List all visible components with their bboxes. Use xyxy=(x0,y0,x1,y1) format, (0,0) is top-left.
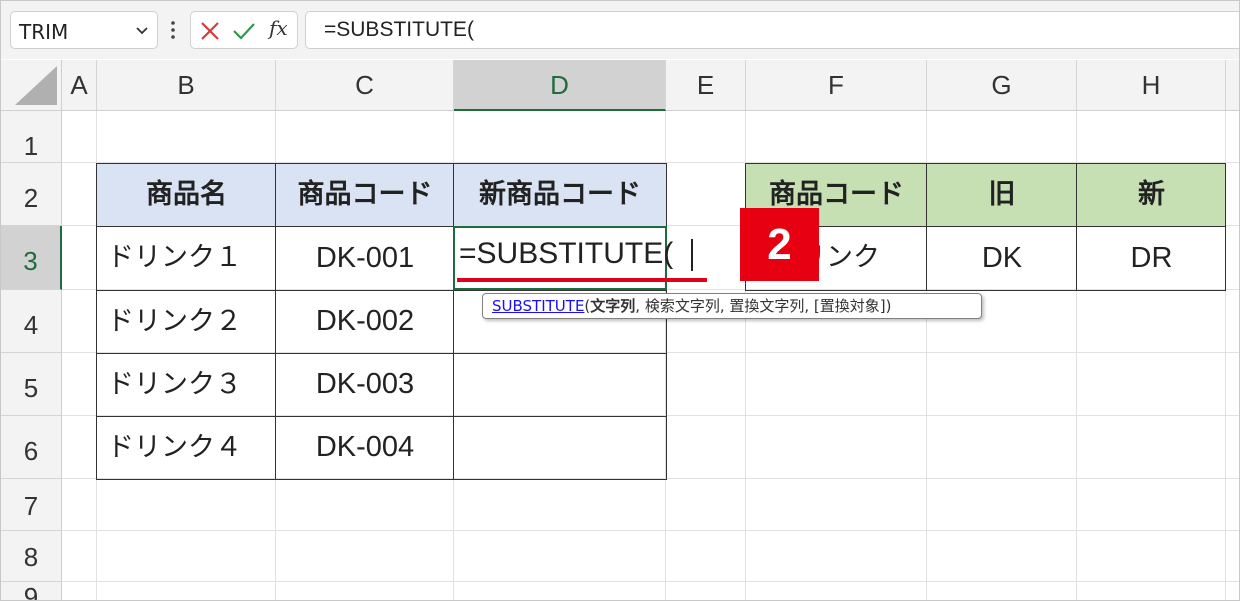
table1-cell-b4[interactable]: ドリンク２ xyxy=(97,290,276,353)
table1-header-code[interactable]: 商品コード xyxy=(276,163,454,226)
more-options-icon[interactable] xyxy=(165,16,181,44)
excel-window: TRIM fx =SUBSTITUTE( A B C D E F G H 1 2… xyxy=(0,0,1240,601)
table2-header-new[interactable]: 新 xyxy=(1077,163,1226,226)
red-underline-annotation xyxy=(457,278,707,282)
cancel-icon[interactable] xyxy=(199,20,221,42)
table1-cell-c4[interactable]: DK-002 xyxy=(276,290,454,353)
text-cursor xyxy=(691,239,693,271)
row-header-5[interactable]: 5 xyxy=(1,353,62,416)
row-header-1[interactable]: 1 xyxy=(1,111,62,163)
insert-function-icon[interactable]: fx xyxy=(269,16,288,40)
table2-cell-g3[interactable]: DK xyxy=(927,226,1077,290)
table1-cell-b6[interactable]: ドリンク４ xyxy=(97,416,276,479)
column-header-d[interactable]: D xyxy=(454,60,666,111)
column-header-a[interactable]: A xyxy=(62,60,97,111)
table1-cell-b3[interactable]: ドリンク１ xyxy=(97,226,276,290)
select-all-triangle-icon xyxy=(15,66,57,105)
confirm-check-icon[interactable] xyxy=(231,20,257,42)
column-header-c[interactable]: C xyxy=(276,60,454,111)
row-header-8[interactable]: 8 xyxy=(1,531,62,582)
active-cell-d3-formula: =SUBSTITUTE( xyxy=(459,237,674,270)
row-header-2[interactable]: 2 xyxy=(1,163,62,226)
row-header-7[interactable]: 7 xyxy=(1,479,62,531)
table1-cell-c6[interactable]: DK-004 xyxy=(276,416,454,479)
function-help-link[interactable]: SUBSTITUTE xyxy=(492,297,584,315)
row-header-6[interactable]: 6 xyxy=(1,416,62,479)
column-header-h[interactable]: H xyxy=(1077,60,1226,111)
select-all-corner[interactable] xyxy=(1,60,62,111)
function-argument-tooltip: SUBSTITUTE(文字列, 検索文字列, 置換文字列, [置換対象]) xyxy=(482,293,982,319)
formula-buttons: fx xyxy=(190,11,298,49)
row-header-3[interactable]: 3 xyxy=(1,226,62,290)
column-header-e[interactable]: E xyxy=(666,60,746,111)
column-header-g[interactable]: G xyxy=(927,60,1077,111)
row-header-4[interactable]: 4 xyxy=(1,290,62,353)
column-header-next[interactable] xyxy=(1226,60,1239,111)
formula-text: =SUBSTITUTE( xyxy=(324,18,474,41)
step-badge: 2 xyxy=(740,208,819,281)
tooltip-remaining-args: , 検索文字列, 置換文字列, [置換対象]) xyxy=(635,297,892,315)
table1-cell-c3[interactable]: DK-001 xyxy=(276,226,454,290)
table1-header-name[interactable]: 商品名 xyxy=(97,163,276,226)
column-header-f[interactable]: F xyxy=(746,60,927,111)
table2-cell-h3[interactable]: DR xyxy=(1077,226,1226,290)
formula-bar: TRIM fx =SUBSTITUTE( xyxy=(1,1,1239,59)
column-header-b[interactable]: B xyxy=(97,60,276,111)
table1-cell-c5[interactable]: DK-003 xyxy=(276,353,454,416)
table1-cell-d6[interactable] xyxy=(454,416,666,479)
formula-input[interactable]: =SUBSTITUTE( xyxy=(305,11,1239,49)
name-box[interactable]: TRIM xyxy=(10,11,158,49)
table1-cell-b5[interactable]: ドリンク３ xyxy=(97,353,276,416)
tooltip-current-arg[interactable]: 文字列 xyxy=(590,297,635,315)
chevron-down-icon[interactable] xyxy=(133,21,151,39)
table1-header-new-code[interactable]: 新商品コード xyxy=(454,163,666,226)
row-header-9[interactable]: 9 xyxy=(1,582,62,600)
table1-cell-d5[interactable] xyxy=(454,353,666,416)
name-box-value: TRIM xyxy=(19,20,69,44)
table2-header-old[interactable]: 旧 xyxy=(927,163,1077,226)
